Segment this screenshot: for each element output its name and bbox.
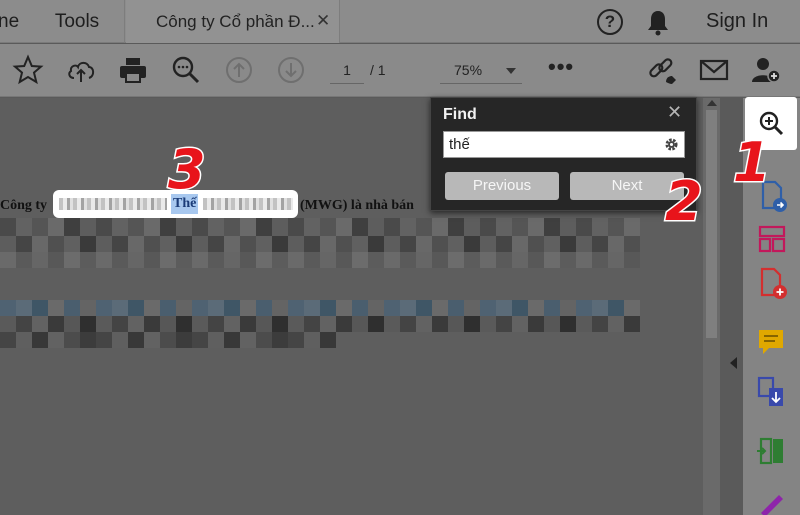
step-marker-2: 2: [664, 170, 705, 233]
step-marker-1: 1: [732, 131, 773, 194]
combine-icon[interactable]: [751, 431, 791, 471]
page-down-icon[interactable]: [275, 54, 307, 86]
organize-pages-icon[interactable]: [751, 219, 791, 259]
compress-icon[interactable]: [751, 372, 791, 412]
scroll-up-icon[interactable]: [707, 100, 717, 106]
find-dialog: Find ✕ thế Previous Next: [430, 97, 697, 211]
page-total: / 1: [370, 62, 386, 78]
star-icon[interactable]: [12, 54, 44, 86]
toolbar: 1 / 1 75% •••: [0, 44, 800, 97]
vertical-scrollbar[interactable]: [703, 98, 720, 515]
comment-icon[interactable]: [751, 322, 791, 362]
pixelated-text: [203, 198, 293, 210]
sign-in-button[interactable]: Sign In: [706, 10, 768, 33]
collapse-panel-icon[interactable]: [730, 357, 737, 369]
tab-home[interactable]: ne: [0, 0, 30, 43]
previous-button[interactable]: Previous: [445, 172, 559, 200]
page-number-input[interactable]: 1: [330, 56, 364, 84]
tab-home-label: ne: [0, 11, 20, 32]
create-pdf-icon[interactable]: [751, 263, 791, 303]
help-icon[interactable]: ?: [597, 9, 623, 35]
step-marker-3: 3: [167, 138, 208, 201]
tab-document-title: Công ty Cổ phần Đ...: [156, 12, 315, 31]
tab-document[interactable]: Công ty Cổ phần Đ... ✕: [126, 0, 340, 43]
page-up-icon[interactable]: [223, 54, 255, 86]
close-icon[interactable]: ✕: [667, 102, 682, 123]
pixelated-text: [0, 300, 640, 316]
chevron-down-icon[interactable]: [506, 68, 516, 74]
scrollbar-thumb[interactable]: [706, 110, 717, 338]
find-dialog-title: Find: [443, 106, 477, 123]
share-link-icon[interactable]: [646, 54, 678, 86]
document-text-mid: (MWG) là nhà bán: [300, 198, 414, 213]
tab-bar: ne Tools Công ty Cổ phần Đ... ✕ ? Sign I…: [0, 0, 800, 43]
pixelated-text: [0, 316, 640, 332]
more-options-icon[interactable]: •••: [548, 54, 574, 80]
bell-icon[interactable]: [645, 8, 671, 36]
add-user-icon[interactable]: [750, 54, 782, 86]
tab-close-icon[interactable]: ✕: [316, 11, 330, 31]
cloud-upload-icon[interactable]: [65, 54, 97, 86]
print-icon[interactable]: [117, 54, 149, 86]
zoom-search-icon[interactable]: [170, 54, 202, 86]
pixelated-text: [0, 236, 640, 252]
document-text-start: Công ty: [0, 198, 48, 213]
gear-icon[interactable]: [663, 136, 680, 153]
tab-tools[interactable]: Tools: [30, 0, 125, 43]
fill-sign-icon[interactable]: [751, 483, 791, 515]
pixelated-text: [0, 332, 336, 348]
pixelated-text: [0, 218, 640, 236]
mail-icon[interactable]: [698, 54, 730, 86]
pixelated-text: [0, 252, 640, 268]
find-search-input[interactable]: thế: [443, 131, 685, 158]
pixelated-text: [59, 198, 167, 210]
